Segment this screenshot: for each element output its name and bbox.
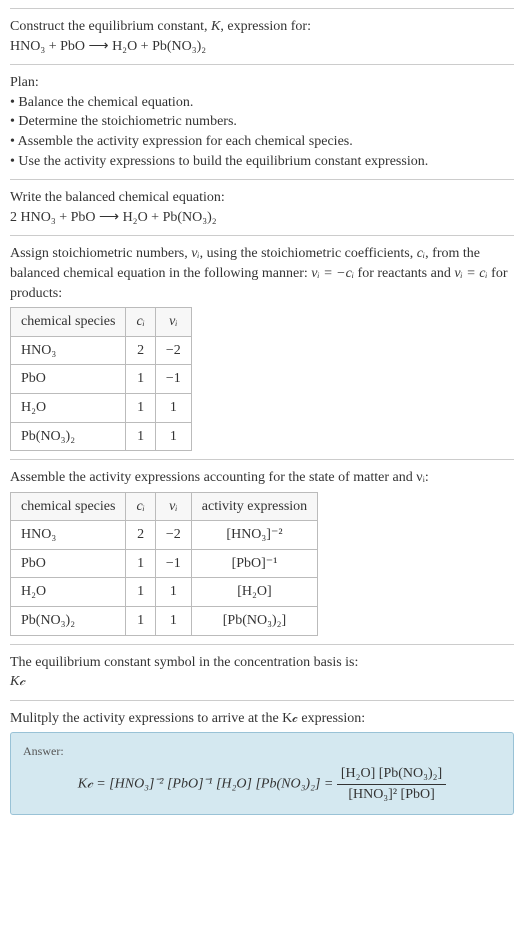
cell-ci: 1 xyxy=(126,607,155,636)
col-ci: cᵢ xyxy=(126,308,155,337)
cell-activity: [PbO]⁻¹ xyxy=(191,549,317,578)
cell-activity: [HNO₃]⁻² xyxy=(191,521,317,550)
cell-ci: 2 xyxy=(126,521,155,550)
answer-section: Mulitply the activity expressions to arr… xyxy=(10,700,514,824)
col-activity: activity expression xyxy=(191,492,317,521)
table-row: PbO 1 −1 xyxy=(11,365,192,394)
plan-item: • Use the activity expressions to build … xyxy=(10,152,514,172)
cell-ci: 1 xyxy=(126,549,155,578)
table-header-row: chemical species cᵢ νᵢ xyxy=(11,308,192,337)
cell-ci: 1 xyxy=(126,365,155,394)
kc-symbol: K𝒸 xyxy=(10,672,514,692)
cell-nui: 1 xyxy=(155,578,191,607)
activity-section: Assemble the activity expressions accoun… xyxy=(10,459,514,644)
plan-heading: Plan: xyxy=(10,73,514,93)
cell-activity: [H₂O] xyxy=(191,578,317,607)
kc-heading: The equilibrium constant symbol in the c… xyxy=(10,653,514,673)
answer-box: Answer: K𝒸 = [HNO₃]⁻² [PbO]⁻¹ [H₂O] [Pb(… xyxy=(10,732,514,815)
answer-expression: K𝒸 = [HNO₃]⁻² [PbO]⁻¹ [H₂O] [Pb(NO₃)₂] =… xyxy=(23,764,501,804)
rel-prod: νᵢ = cᵢ xyxy=(454,266,487,281)
activity-heading: Assemble the activity expressions accoun… xyxy=(10,468,514,488)
cell-species: Pb(NO₃)₂ xyxy=(11,422,126,451)
cell-species: PbO xyxy=(11,365,126,394)
cell-ci: 2 xyxy=(126,336,155,365)
multiply-heading: Mulitply the activity expressions to arr… xyxy=(10,709,514,729)
stoich-t1: Assign stoichiometric numbers, xyxy=(10,246,191,261)
title-part1: Construct the equilibrium constant, xyxy=(10,19,211,34)
stoich-table: chemical species cᵢ νᵢ HNO₃ 2 −2 PbO 1 −… xyxy=(10,307,192,451)
table-row: HNO₃ 2 −2 [HNO₃]⁻² xyxy=(11,521,318,550)
cell-activity: [Pb(NO₃)₂] xyxy=(191,607,317,636)
stoich-text: Assign stoichiometric numbers, νᵢ, using… xyxy=(10,244,514,303)
col-nui: νᵢ xyxy=(155,492,191,521)
cell-ci: 1 xyxy=(126,393,155,422)
title-section: Construct the equilibrium constant, K, e… xyxy=(10,8,514,64)
plan-section: Plan: • Balance the chemical equation. •… xyxy=(10,64,514,179)
table-row: Pb(NO₃)₂ 1 1 [Pb(NO₃)₂] xyxy=(11,607,318,636)
table-header-row: chemical species cᵢ νᵢ activity expressi… xyxy=(11,492,318,521)
cell-nui: −1 xyxy=(155,365,191,394)
answer-numerator: [H₂O] [Pb(NO₃)₂] xyxy=(337,764,446,785)
cell-nui: 1 xyxy=(155,422,191,451)
cell-ci: 1 xyxy=(126,578,155,607)
cell-species: Pb(NO₃)₂ xyxy=(11,607,126,636)
cell-species: HNO₃ xyxy=(11,521,126,550)
table-row: PbO 1 −1 [PbO]⁻¹ xyxy=(11,549,318,578)
table-row: Pb(NO₃)₂ 1 1 xyxy=(11,422,192,451)
cell-nui: −1 xyxy=(155,549,191,578)
plan-item: • Balance the chemical equation. xyxy=(10,93,514,113)
balanced-heading: Write the balanced chemical equation: xyxy=(10,188,514,208)
cell-species: PbO xyxy=(11,549,126,578)
title-part2: , expression for: xyxy=(220,19,311,34)
cell-nui: 1 xyxy=(155,393,191,422)
answer-left: K𝒸 = [HNO₃]⁻² [PbO]⁻¹ [H₂O] [Pb(NO₃)₂] = xyxy=(78,777,337,792)
c-i: cᵢ xyxy=(417,246,425,261)
K-symbol: K xyxy=(211,19,220,34)
cell-species: HNO₃ xyxy=(11,336,126,365)
answer-label: Answer: xyxy=(23,743,501,760)
rel-react: νᵢ = −cᵢ xyxy=(311,266,354,281)
cell-ci: 1 xyxy=(126,422,155,451)
stoich-t2: , using the stoichiometric coefficients, xyxy=(200,246,417,261)
cell-nui: −2 xyxy=(155,336,191,365)
stoich-t4: for reactants and xyxy=(354,266,454,281)
stoich-section: Assign stoichiometric numbers, νᵢ, using… xyxy=(10,235,514,459)
answer-fraction: [H₂O] [Pb(NO₃)₂] [HNO₃]² [PbO] xyxy=(337,764,446,804)
plan-item: • Determine the stoichiometric numbers. xyxy=(10,112,514,132)
nu-i: νᵢ xyxy=(191,246,199,261)
cell-nui: 1 xyxy=(155,607,191,636)
col-species: chemical species xyxy=(11,492,126,521)
balanced-equation: 2 HNO₃ + PbO ⟶ H₂O + Pb(NO₃)₂ xyxy=(10,208,514,228)
kc-symbol-section: The equilibrium constant symbol in the c… xyxy=(10,644,514,700)
col-nui: νᵢ xyxy=(155,308,191,337)
cell-species: H₂O xyxy=(11,578,126,607)
title-line: Construct the equilibrium constant, K, e… xyxy=(10,17,514,37)
unbalanced-equation: HNO₃ + PbO ⟶ H₂O + Pb(NO₃)₂ xyxy=(10,37,514,57)
cell-nui: −2 xyxy=(155,521,191,550)
table-row: HNO₃ 2 −2 xyxy=(11,336,192,365)
activity-table: chemical species cᵢ νᵢ activity expressi… xyxy=(10,492,318,636)
cell-species: H₂O xyxy=(11,393,126,422)
answer-denominator: [HNO₃]² [PbO] xyxy=(337,785,446,805)
balanced-section: Write the balanced chemical equation: 2 … xyxy=(10,179,514,235)
col-species: chemical species xyxy=(11,308,126,337)
col-ci: cᵢ xyxy=(126,492,155,521)
table-row: H₂O 1 1 [H₂O] xyxy=(11,578,318,607)
plan-item: • Assemble the activity expression for e… xyxy=(10,132,514,152)
table-row: H₂O 1 1 xyxy=(11,393,192,422)
